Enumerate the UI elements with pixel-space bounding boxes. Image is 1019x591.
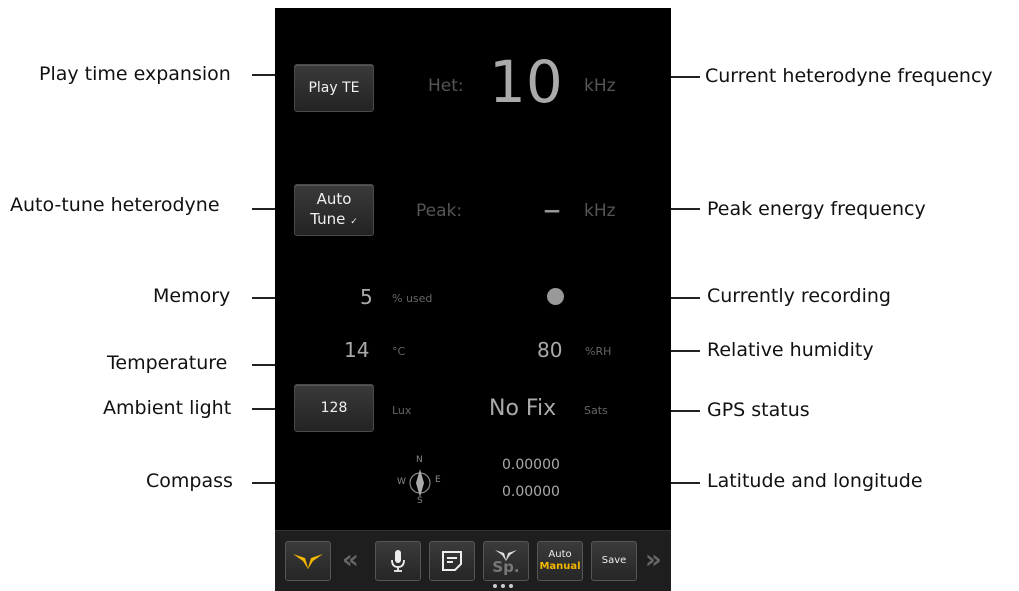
callout-latlon: Latitude and longitude	[707, 470, 923, 492]
memory-value: 5	[360, 285, 373, 309]
callout-temperature: Temperature	[107, 352, 228, 374]
callout-het-freq: Current heterodyne frequency	[705, 65, 993, 87]
species-button[interactable]: Sp.	[483, 541, 529, 581]
chevron-right-icon[interactable]: »	[645, 547, 662, 573]
callout-gps: GPS status	[707, 399, 810, 421]
notes-button[interactable]	[429, 541, 475, 581]
microphone-button[interactable]	[375, 541, 421, 581]
checkmark-icon: ✓	[350, 216, 358, 227]
microphone-icon	[391, 550, 405, 572]
manual-label: Manual	[539, 561, 581, 572]
peak-label: Peak:	[416, 201, 463, 221]
callout-ambient-light: Ambient light	[103, 397, 232, 419]
compass-e: E	[435, 475, 441, 485]
peak-unit: kHz	[584, 201, 616, 221]
humidity-value: 80	[537, 338, 563, 362]
ambient-light-button[interactable]: 128	[294, 384, 374, 432]
humidity-unit: %RH	[585, 345, 612, 358]
temperature-value: 14	[344, 338, 370, 362]
compass-w: W	[397, 477, 406, 487]
logo-button[interactable]	[285, 541, 331, 581]
gps-unit: Sats	[584, 404, 608, 417]
peak-value: –	[543, 189, 561, 230]
compass-icon: N S W E	[392, 455, 452, 508]
callout-peak-freq: Peak energy frequency	[707, 198, 926, 220]
latitude-value: 0.00000	[502, 457, 560, 473]
callout-memory: Memory	[153, 285, 231, 307]
play-te-button[interactable]: Play TE	[294, 64, 374, 112]
callout-humidity: Relative humidity	[707, 339, 874, 361]
callout-auto-tune: Auto-tune heterodyne	[10, 194, 220, 216]
compass-n: N	[416, 455, 423, 465]
het-label: Het:	[428, 76, 464, 96]
recording-indicator-icon	[547, 288, 564, 305]
callout-play-te: Play time expansion	[39, 63, 231, 85]
temperature-unit: °C	[392, 345, 406, 358]
het-value: 10	[489, 48, 563, 116]
notes-icon	[442, 551, 462, 571]
species-label: Sp.	[492, 558, 520, 576]
auto-label: Auto	[548, 549, 572, 560]
het-unit: kHz	[584, 76, 616, 96]
auto-tune-button[interactable]: Auto Tune ✓	[294, 184, 374, 236]
auto-manual-button[interactable]: Auto Manual	[537, 541, 583, 581]
save-button[interactable]: Save	[591, 541, 637, 581]
chevron-left-icon[interactable]: «	[342, 547, 359, 573]
callout-compass: Compass	[146, 470, 233, 492]
auto-tune-line2: Tune ✓	[310, 209, 358, 228]
logo-icon	[293, 554, 323, 569]
callout-recording: Currently recording	[707, 285, 891, 307]
app-screen: Play TE Het: 10 kHz Auto Tune ✓ Peak: – …	[275, 8, 671, 591]
page-indicator	[493, 584, 517, 590]
bottom-toolbar: « Sp. Auto Manual Save »	[275, 530, 671, 591]
compass-s: S	[417, 496, 423, 506]
memory-unit: % used	[392, 292, 433, 305]
light-unit: Lux	[392, 404, 412, 417]
gps-status: No Fix	[489, 396, 557, 421]
auto-tune-line1: Auto	[316, 189, 352, 208]
longitude-value: 0.00000	[502, 484, 560, 500]
